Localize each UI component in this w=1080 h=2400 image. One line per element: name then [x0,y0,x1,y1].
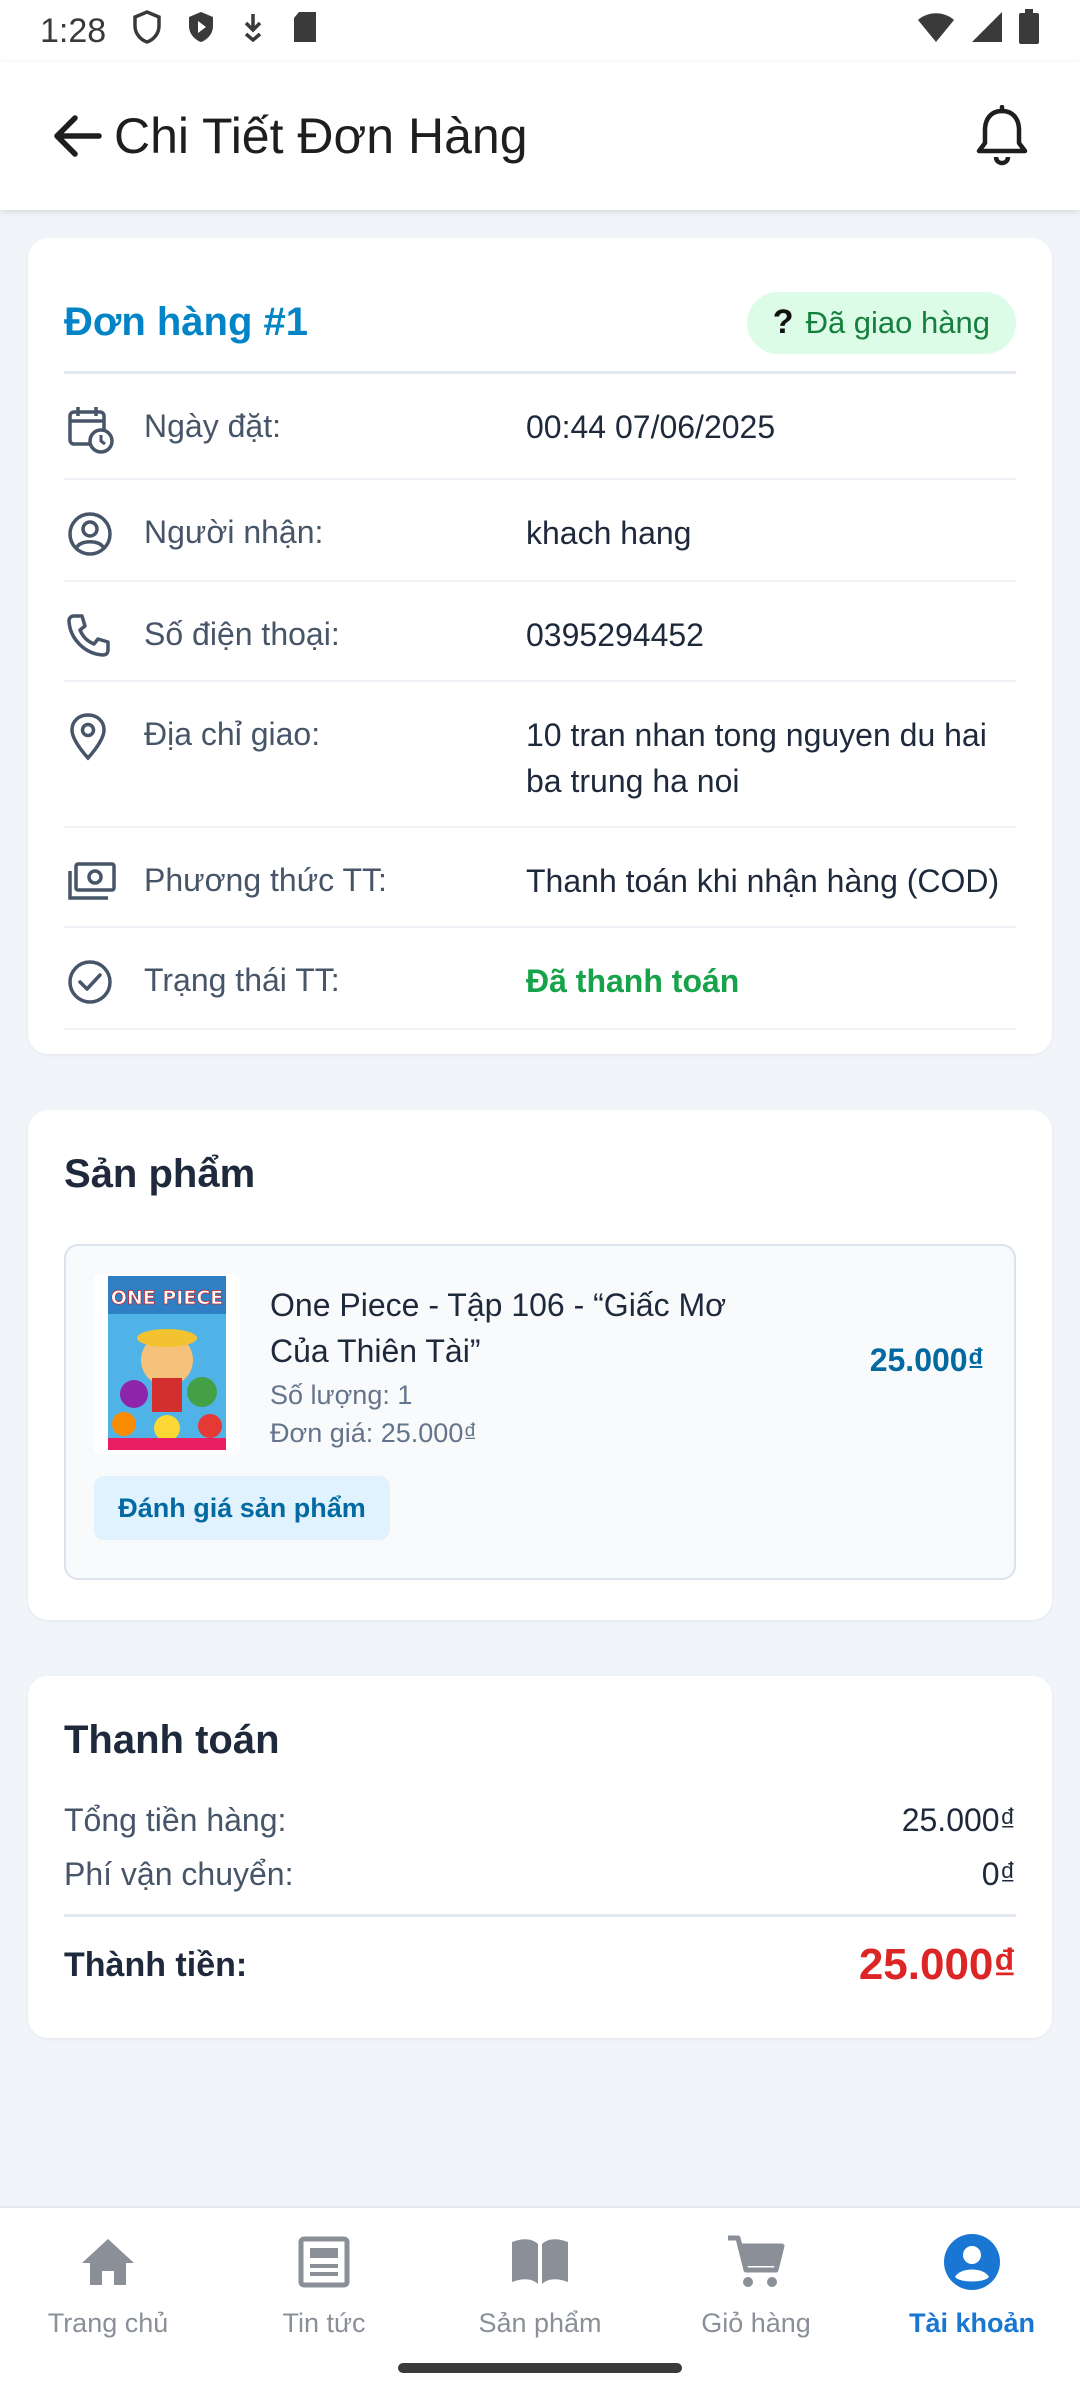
arrow-left-icon [54,115,102,157]
total-value: 25.000₫ [858,1940,1016,1989]
shipping-label: Phí vận chuyển: [64,1856,294,1892]
total-label: Thành tiền: [64,1945,248,1984]
book-icon [508,2230,572,2294]
sd-card-icon [290,10,320,53]
shipping-value: 0₫ [981,1856,1016,1892]
info-label: Ngày đặt: [144,408,281,444]
home-indicator [398,2363,682,2373]
user-circle-icon [64,510,144,558]
notification-button[interactable] [970,104,1034,168]
info-value-recipient: khach hang [526,515,692,551]
info-row-phone: Số điện thoại: 0395294452 [64,582,1016,682]
review-product-button[interactable]: Đánh giá sản phẩm [94,1476,390,1540]
info-value-payment-status: Đã thanh toán [526,963,740,999]
info-label: Phương thức TT: [144,862,387,898]
shield-icon [132,9,162,53]
product-item[interactable]: ONE PIECE One Piece - Tập 106 - “Giấc Mơ… [64,1244,1016,1580]
info-label: Trạng thái TT: [144,962,340,998]
nav-label: Sản phẩm [478,2308,602,2338]
products-title: Sản phẩm [64,1152,256,1196]
info-row-order-date: Ngày đặt: 00:44 07/06/2025 [64,374,1016,480]
status-label: Đã giao hàng [805,304,990,340]
back-button[interactable] [46,106,106,166]
check-circle-icon [64,958,144,1006]
subtotal-label: Tổng tiền hàng: [64,1802,287,1838]
total-row: Thành tiền: 25.000₫ [64,1940,1016,1990]
nav-label: Trang chủ [47,2308,169,2338]
info-label: Người nhận: [144,514,324,550]
info-row-payment-method: Phương thức TT: Thanh toán khi nhận hàng… [64,828,1016,928]
phone-icon [64,612,144,658]
nav-item-account[interactable]: Tài khoản [864,2208,1080,2400]
order-id: Đơn hàng #1 [64,300,309,344]
product-unit-price: Đơn giá: 25.000₫ [270,1418,478,1448]
info-value-phone: 0395294452 [526,617,704,653]
news-icon [292,2230,356,2294]
cover-title: ONE PIECE [111,1287,224,1309]
products-card: Sản phẩm ONE PIECE One Piece - Tập 106 -… [28,1110,1052,1620]
info-row-address: Địa chỉ giao: 10 tran nhan tong nguyen d… [64,682,1016,828]
order-info-list: Ngày đặt: 00:44 07/06/2025 Người nhận: k… [64,374,1016,1030]
product-price: 25.000₫ [869,1342,984,1378]
battery-icon [1018,8,1040,54]
calendar-clock-icon [64,404,144,456]
download-icon [240,10,266,53]
help-icon: ? [772,303,794,341]
nav-item-home[interactable]: Trang chủ [0,2208,216,2400]
payment-card: Thanh toán Tổng tiền hàng: 25.000₫ Phí v… [28,1676,1052,2038]
info-value-payment-method: Thanh toán khi nhận hàng (COD) [526,863,1000,899]
info-value-address: 10 tran nhan tong nguyen du hai ba trung… [526,717,987,799]
wifi-icon [916,10,956,53]
info-label: Số điện thoại: [144,616,340,652]
nav-label: Tin tức [282,2308,366,2338]
shipping-row: Phí vận chuyển: 0₫ [64,1856,1016,1893]
account-icon [940,2230,1004,2294]
page-title: Chi Tiết Đơn Hàng [114,108,528,164]
subtotal-row: Tổng tiền hàng: 25.000₫ [64,1802,1016,1839]
product-name: One Piece - Tập 106 - “Giấc Mơ Của Thiên… [270,1287,727,1369]
cart-icon [724,2230,788,2294]
nav-label: Giỏ hàng [701,2308,811,2338]
payment-title: Thanh toán [64,1718,280,1762]
play-protect-icon [186,10,216,53]
info-row-recipient: Người nhận: khach hang [64,480,1016,582]
info-value-order-date: 00:44 07/06/2025 [526,409,776,445]
info-row-payment-status: Trạng thái TT: Đã thanh toán [64,928,1016,1030]
subtotal-value: 25.000₫ [901,1802,1016,1838]
app-bar: Chi Tiết Đơn Hàng [0,62,1080,210]
nav-label: Tài khoản [908,2308,1036,2338]
status-bar: 1:28 [0,0,1080,62]
money-icon [64,858,144,904]
bell-icon [976,105,1028,166]
home-icon [76,2230,140,2294]
status-badge: ? Đã giao hàng [746,291,1016,354]
divider [64,1914,1016,1917]
info-label: Địa chỉ giao: [144,716,321,752]
signal-icon [970,10,1004,53]
product-cover-image: ONE PIECE [94,1274,240,1454]
status-time: 1:28 [40,11,107,50]
location-pin-icon [64,712,144,804]
product-quantity: Số lượng: 1 [270,1380,413,1410]
order-info-card: Đơn hàng #1 ? Đã giao hàng Ngày đặt: 00:… [28,238,1052,1054]
order-header: Đơn hàng #1 ? Đã giao hàng [64,274,1016,374]
